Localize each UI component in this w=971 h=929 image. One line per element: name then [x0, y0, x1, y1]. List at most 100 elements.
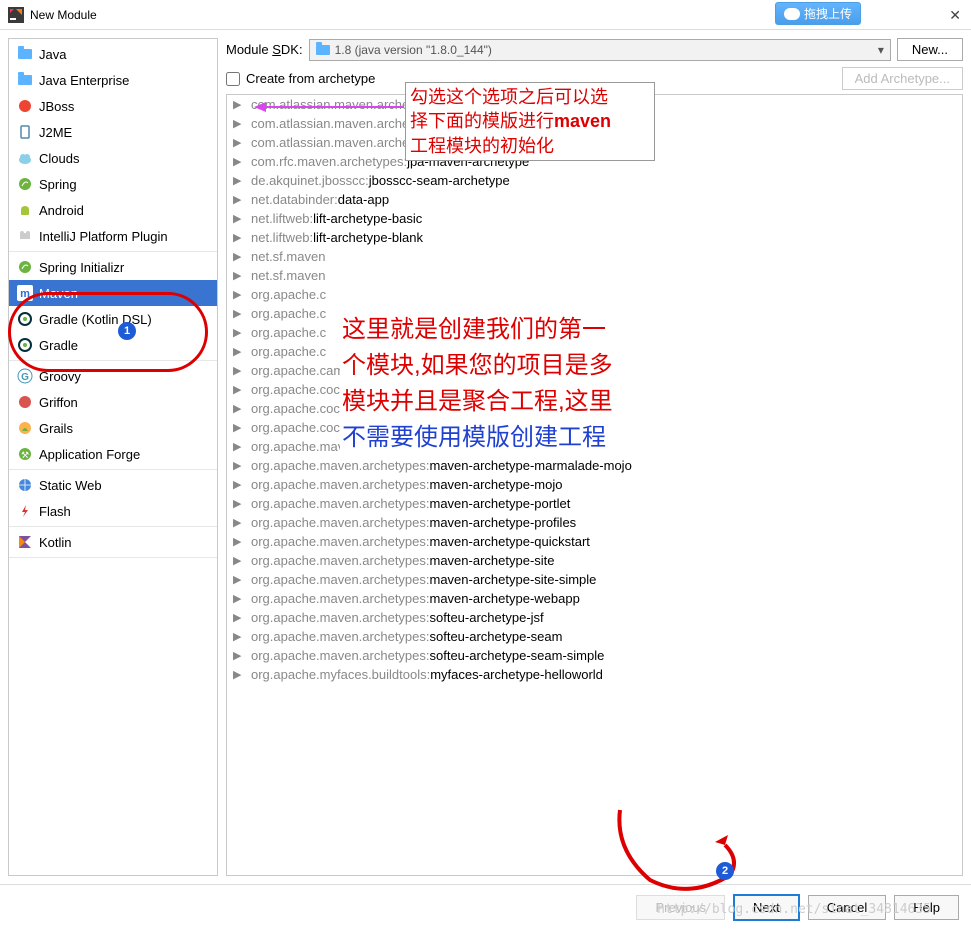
archetype-row[interactable]: ▶net.sf.maven: [227, 247, 962, 266]
archetype-row[interactable]: ▶org.apache.myfaces.buildtools:myfaces-a…: [227, 665, 962, 684]
sidebar-item-kotlin[interactable]: Kotlin: [9, 529, 217, 555]
archetype-row[interactable]: ▶org.apache.c: [227, 323, 962, 342]
archetype-row[interactable]: ▶org.apache.maven.archetypes:maven-arche…: [227, 456, 962, 475]
window-title: New Module: [30, 8, 97, 22]
sidebar-item-android[interactable]: Android: [9, 197, 217, 223]
archetype-row[interactable]: ▶com.atlassian.maven.archetypes:...: [227, 114, 962, 133]
archetype-row[interactable]: ▶org.apache.camel.archetypes:camel-arche…: [227, 361, 962, 380]
sidebar-item-intellij-platform-plugin[interactable]: IntelliJ Platform Plugin: [9, 223, 217, 249]
archetype-row[interactable]: ▶net.liftweb:lift-archetype-basic: [227, 209, 962, 228]
archetype-row[interactable]: ▶org.apache.maven.archetypes:softeu-arch…: [227, 627, 962, 646]
sdk-label: Module SDK:: [226, 42, 303, 57]
chevron-right-icon: ▶: [233, 250, 245, 263]
archetype-row[interactable]: ▶org.apache.maven.archetypes:softeu-arch…: [227, 646, 962, 665]
web-icon: [17, 477, 33, 493]
sidebar-item-java[interactable]: Java: [9, 41, 217, 67]
sidebar-item-j2me[interactable]: J2ME: [9, 119, 217, 145]
sidebar-item-groovy[interactable]: GGroovy: [9, 363, 217, 389]
sidebar-item-maven[interactable]: mMaven: [9, 280, 217, 306]
grails-icon: [17, 420, 33, 436]
archetype-row[interactable]: ▶org.apache.maven.archetypes:maven-arche…: [227, 570, 962, 589]
archetype-list[interactable]: ▶com.atlassian.maven.archetypes:...▶com.…: [226, 94, 963, 876]
archetype-row[interactable]: ▶com.rfc.maven.archetypes:jpa-maven-arch…: [227, 152, 962, 171]
folder-icon: [316, 45, 330, 55]
upload-button[interactable]: 拖拽上传: [775, 2, 861, 25]
jboss-icon: [17, 98, 33, 114]
sidebar-item-flash[interactable]: Flash: [9, 498, 217, 524]
chevron-right-icon: ▶: [233, 535, 245, 548]
sidebar-item-gradle[interactable]: Gradle: [9, 332, 217, 358]
archetype-row[interactable]: ▶net.liftweb:lift-archetype-blank: [227, 228, 962, 247]
archetype-row[interactable]: ▶com.atlassian.maven.archetypes:jira-plu…: [227, 133, 962, 152]
archetype-row[interactable]: ▶org.apache.c: [227, 285, 962, 304]
chevron-right-icon: ▶: [233, 193, 245, 206]
annotation-badge-2: 2: [716, 862, 734, 880]
archetype-row[interactable]: ▶com.atlassian.maven.archetypes:...: [227, 95, 962, 114]
chevron-right-icon: ▶: [233, 421, 245, 434]
archetype-row[interactable]: ▶org.apache.c: [227, 342, 962, 361]
create-from-archetype-checkbox[interactable]: [226, 72, 240, 86]
sidebar-item-jboss[interactable]: JBoss: [9, 93, 217, 119]
chevron-right-icon: ▶: [233, 155, 245, 168]
add-archetype-button[interactable]: Add Archetype...: [842, 67, 963, 90]
sidebar-item-java-enterprise[interactable]: Java Enterprise: [9, 67, 217, 93]
svg-text:⚒: ⚒: [21, 450, 29, 460]
create-from-archetype-row: Create from archetype Add Archetype...: [226, 71, 963, 86]
chevron-right-icon: ▶: [233, 611, 245, 624]
chevron-right-icon: ▶: [233, 269, 245, 282]
sidebar-item-gradle-kotlin-dsl-[interactable]: Gradle (Kotlin DSL): [9, 306, 217, 332]
new-sdk-button[interactable]: New...: [897, 38, 963, 61]
archetype-row[interactable]: ▶org.apache.maven.archetypes:maven-arche…: [227, 532, 962, 551]
archetype-row[interactable]: ▶org.apache.maven.archetypes:maven-arche…: [227, 475, 962, 494]
chevron-right-icon: ▶: [233, 459, 245, 472]
cloud-icon: [17, 150, 33, 166]
archetype-row[interactable]: ▶org.apache.maven.archetypes:maven-arche…: [227, 551, 962, 570]
archetype-row[interactable]: ▶de.akquinet.jbosscc:jbosscc-seam-archet…: [227, 171, 962, 190]
chevron-right-icon: ▶: [233, 630, 245, 643]
archetype-row[interactable]: ▶org.apache.maven.archetypes:maven-arche…: [227, 589, 962, 608]
chevron-right-icon: ▶: [233, 307, 245, 320]
chevron-right-icon: ▶: [233, 516, 245, 529]
j2me-icon: [17, 124, 33, 140]
sidebar-item-application-forge[interactable]: ⚒Application Forge: [9, 441, 217, 467]
svg-text:m: m: [20, 288, 30, 300]
maven-icon: m: [17, 285, 33, 301]
chevron-right-icon: ▶: [233, 136, 245, 149]
sidebar-item-spring-initializr[interactable]: Spring Initializr: [9, 254, 217, 280]
archetype-row[interactable]: ▶org.apache.maven.archetypes:softeu-arch…: [227, 608, 962, 627]
archetype-row[interactable]: ▶org.apache.cocoon:cocoon-22-archetype-b…: [227, 380, 962, 399]
chevron-right-icon: ▶: [233, 345, 245, 358]
archetype-row[interactable]: ▶org.apache.c: [227, 304, 962, 323]
chevron-right-icon: ▶: [233, 668, 245, 681]
archetype-row[interactable]: ▶org.apache.maven.archetypes:maven-arche…: [227, 494, 962, 513]
sidebar-item-griffon[interactable]: Griffon: [9, 389, 217, 415]
svg-text:G: G: [21, 372, 29, 383]
archetype-row[interactable]: ▶net.databinder:data-app: [227, 190, 962, 209]
archetype-row[interactable]: ▶org.apache.maven.archetypes:maven-arche…: [227, 513, 962, 532]
archetype-row[interactable]: ▶org.apache.cocoon:cocoon-22-archetype-w…: [227, 418, 962, 437]
chevron-right-icon: ▶: [233, 117, 245, 130]
sidebar-item-clouds[interactable]: Clouds: [9, 145, 217, 171]
archetype-row[interactable]: ▶org.apache.cocoon:cocoon-22-archetype-b…: [227, 399, 962, 418]
create-from-archetype-label[interactable]: Create from archetype: [246, 71, 375, 86]
forge-icon: ⚒: [17, 446, 33, 462]
folder-icon: [17, 72, 33, 88]
chevron-right-icon: ▶: [233, 440, 245, 453]
kotlin-icon: [17, 534, 33, 550]
content-pane: Module SDK: 1.8 (java version "1.8.0_144…: [222, 30, 971, 884]
sidebar-item-grails[interactable]: Grails: [9, 415, 217, 441]
spring-icon: [17, 259, 33, 275]
archetype-row[interactable]: ▶org.apache.maven.archetypes:maven-arche…: [227, 437, 962, 456]
spring-icon: [17, 176, 33, 192]
sidebar-item-static-web[interactable]: Static Web: [9, 472, 217, 498]
sdk-dropdown[interactable]: 1.8 (java version "1.8.0_144"): [309, 39, 891, 61]
chevron-right-icon: ▶: [233, 573, 245, 586]
sdk-row: Module SDK: 1.8 (java version "1.8.0_144…: [226, 38, 963, 61]
chevron-right-icon: ▶: [233, 288, 245, 301]
chevron-right-icon: ▶: [233, 402, 245, 415]
chevron-right-icon: ▶: [233, 592, 245, 605]
archetype-row[interactable]: ▶net.sf.maven: [227, 266, 962, 285]
close-icon[interactable]: ✕: [949, 7, 961, 24]
plugin-icon: [17, 228, 33, 244]
sidebar-item-spring[interactable]: Spring: [9, 171, 217, 197]
